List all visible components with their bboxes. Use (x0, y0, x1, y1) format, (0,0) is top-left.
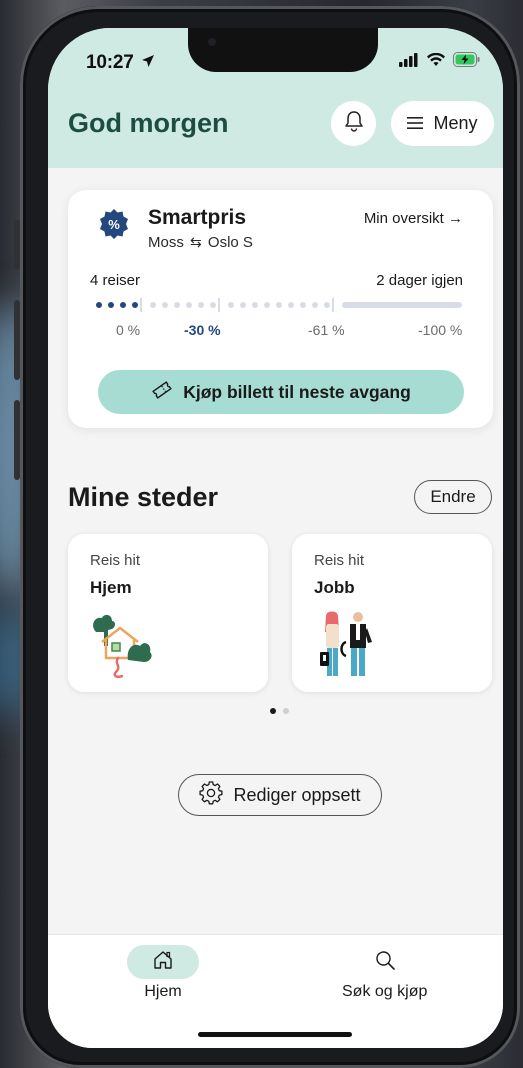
final-tier-bar (342, 302, 462, 308)
trip-dot-remaining (174, 302, 180, 308)
tier-label-active: -30 % (184, 322, 221, 338)
trip-dot-remaining (300, 302, 306, 308)
tier-separator (140, 298, 142, 312)
greeting-title: God morgen (68, 108, 229, 138)
signal-icon (399, 52, 419, 72)
wifi-icon (427, 52, 445, 72)
trip-dot-completed (132, 302, 138, 308)
smartpris-title: Smartpris (148, 206, 247, 229)
discount-badge-icon: % (98, 208, 130, 245)
ticket-icon (151, 380, 173, 405)
house-illustration-icon (88, 612, 154, 683)
trip-dot-remaining (312, 302, 318, 308)
trip-dot-remaining (264, 302, 270, 308)
trips-count: 4 reiser (90, 272, 141, 289)
pager-dot-active[interactable] (270, 708, 276, 714)
menu-button[interactable]: Meny (391, 101, 494, 146)
menu-label: Meny (433, 113, 478, 133)
trip-dot-remaining (198, 302, 204, 308)
edit-places-button[interactable]: Endre (414, 480, 492, 514)
trip-dot-remaining (276, 302, 282, 308)
trip-dot-remaining (186, 302, 192, 308)
pager-dot[interactable] (283, 708, 289, 714)
places-section-title: Mine steder (68, 482, 219, 512)
commuters-illustration-icon (314, 608, 378, 685)
trip-dot-completed (96, 302, 102, 308)
status-time: 10:27 (86, 52, 155, 74)
home-icon (152, 949, 174, 976)
tier-separator (218, 298, 220, 312)
search-icon (374, 949, 396, 976)
route-label: Moss ⇆ Oslo S (148, 234, 253, 251)
trip-dot-remaining (252, 302, 258, 308)
nav-pill (349, 945, 421, 979)
gear-icon (199, 780, 224, 810)
tier-separator (332, 298, 334, 312)
swap-arrows-icon: ⇆ (190, 234, 202, 250)
place-kicker: Reis hit (314, 552, 365, 569)
smartpris-card: % Smartpris Moss ⇆ Oslo S Min oversikt →… (68, 190, 493, 428)
battery-charging-icon (453, 52, 481, 72)
trip-dot-remaining (150, 302, 156, 308)
nav-label: Hjem (144, 983, 182, 1000)
places-pager[interactable] (270, 708, 289, 714)
place-card-home[interactable]: Reis hit Hjem (68, 534, 268, 692)
hamburger-icon (407, 113, 424, 134)
nav-item-home[interactable]: Hjem (127, 945, 199, 1001)
route-from: Moss (148, 234, 184, 251)
place-name: Hjem (90, 578, 132, 597)
trip-dot-remaining (288, 302, 294, 308)
trip-progress-track (96, 298, 464, 312)
trip-dot-remaining (240, 302, 246, 308)
phone-side-button (14, 400, 20, 480)
home-indicator (198, 1032, 352, 1037)
route-to: Oslo S (207, 234, 253, 251)
tier-label: 0 % (116, 322, 141, 338)
buy-ticket-label: Kjøp billett til neste avgang (183, 381, 411, 402)
place-name: Jobb (314, 578, 355, 597)
trip-dot-completed (120, 302, 126, 308)
trip-dot-remaining (210, 302, 216, 308)
edit-layout-button[interactable]: Rediger oppsett (178, 774, 382, 816)
days-remaining: 2 dager igjen (376, 272, 463, 289)
nav-active-pill (127, 945, 199, 979)
trip-dot-remaining (162, 302, 168, 308)
bottom-navigation: Hjem Søk og kjøp (48, 934, 503, 1048)
buy-ticket-button[interactable]: Kjøp billett til neste avgang (98, 370, 464, 414)
status-icons (399, 52, 481, 72)
phone-side-button (14, 300, 20, 380)
phone-notch (188, 28, 378, 72)
overview-link[interactable]: Min oversikt → (364, 210, 463, 227)
app-screen: 10:27 God morgen Meny % Smartpris Moss ⇆… (48, 28, 503, 1048)
trip-dot-remaining (324, 302, 330, 308)
trip-dot-completed (108, 302, 114, 308)
phone-side-button (14, 220, 20, 270)
nav-label: Søk og kjøp (342, 983, 428, 1000)
location-arrow-icon (141, 52, 155, 74)
notifications-button[interactable] (331, 101, 376, 146)
nav-item-search[interactable]: Søk og kjøp (342, 945, 427, 1001)
edit-layout-label: Rediger oppsett (233, 784, 361, 805)
svg-text:%: % (108, 217, 120, 232)
tier-label: -100 % (418, 322, 463, 338)
place-card-work[interactable]: Reis hit Jobb (292, 534, 492, 692)
tier-label: -61 % (308, 322, 345, 338)
trip-dot-remaining (228, 302, 234, 308)
place-kicker: Reis hit (90, 552, 141, 569)
bell-icon (344, 110, 364, 137)
